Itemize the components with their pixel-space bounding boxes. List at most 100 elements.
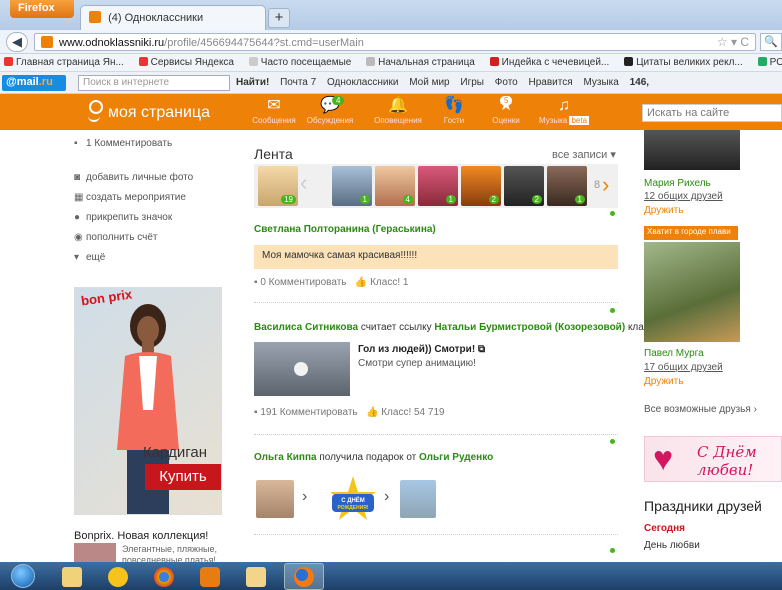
top-up-link[interactable]: ◉ пополнить счёт [74, 232, 157, 243]
ad-title[interactable]: Bonprix. Новая коллекция! [74, 530, 208, 542]
taskbar-explorer[interactable] [54, 565, 90, 589]
post-header: Василиса Ситникова считает ссылку Наталь… [254, 322, 671, 333]
feed-thumb[interactable]: 19 [258, 166, 298, 206]
chrome-icon [154, 567, 174, 587]
post-target[interactable]: Ольги Руденко [419, 452, 493, 463]
taskbar-app[interactable] [100, 565, 136, 589]
add-photos-link[interactable]: ◙ добавить личные фото [74, 172, 193, 183]
browser-search-button[interactable]: 🔍 [760, 33, 782, 51]
strip-prev-arrow[interactable]: ‹ [300, 170, 307, 196]
photo-link[interactable]: Фото [495, 77, 518, 88]
like-button[interactable]: Класс! 54 719 [381, 407, 444, 418]
my-page-link[interactable]: моя страница [88, 100, 210, 122]
folder-icon [62, 567, 82, 587]
odnoklassniki-link[interactable]: Одноклассники [327, 77, 398, 88]
nav-music[interactable]: ♫ Музыка beta [534, 96, 594, 125]
promo-banner[interactable]: Хватит в городе плави [644, 226, 738, 240]
video-thumbnail[interactable] [254, 342, 350, 396]
post-author[interactable]: Ольга Киппа [254, 452, 317, 463]
valentine-banner[interactable]: ♥ С Днём любви! [644, 436, 782, 482]
nav-discussions[interactable]: 💬 4 Обсуждения [300, 96, 360, 125]
find-button[interactable]: Найти! [236, 77, 269, 88]
comment-link[interactable]: ▪ 1 Комментировать [74, 138, 172, 149]
url-bar[interactable]: www.odnoklassniki.ru/profile/45669447564… [34, 33, 756, 51]
mutual-friends-link[interactable]: 17 общих друзей [644, 362, 723, 373]
post-target[interactable]: Натальи Бурмистровой (Козорезовой) [434, 322, 625, 333]
firefox-menu-button[interactable]: Firefox [10, 0, 74, 18]
all-entries-dropdown[interactable]: все записи ▾ [552, 148, 616, 161]
taskbar-media[interactable] [192, 565, 228, 589]
browser-tab-bar: Firefox (4) Одноклассники + [0, 0, 782, 30]
arrow-right-icon: › [302, 488, 308, 505]
holidays-title: Праздники друзей [644, 498, 762, 514]
add-friend-link[interactable]: Дружить [644, 205, 683, 216]
bookmark-item[interactable]: PONY EXPRESS Росси... [757, 57, 782, 68]
add-friend-link[interactable]: Дружить [644, 376, 683, 387]
feed-thumb[interactable]: 4 [375, 166, 415, 206]
strip-more-count[interactable]: 8 [594, 179, 600, 191]
taskbar-mail[interactable] [238, 565, 274, 589]
back-button[interactable]: ◀ [6, 32, 28, 52]
bookmark-item[interactable]: Начальная страница [366, 57, 481, 68]
feed-thumb[interactable]: 1 [418, 166, 458, 206]
mailru-logo[interactable]: @mail.ru [2, 75, 66, 91]
friend-name[interactable]: Павел Мурга [644, 348, 704, 359]
music-link[interactable]: Музыка [583, 77, 618, 88]
nav-ratings[interactable]: ★ 5 Оценки [476, 96, 536, 125]
new-tab-button[interactable]: + [268, 8, 290, 28]
url-domain: www.odnoklassniki.ru [59, 37, 165, 49]
my-world-link[interactable]: Мой мир [409, 77, 449, 88]
bookmark-item[interactable]: Часто посещаемые [248, 57, 358, 68]
nav-guests[interactable]: 👣 Гости [424, 96, 484, 125]
bookmark-star-icon[interactable]: ☆ ▾ C [717, 35, 749, 49]
feed-thumb[interactable]: 1 [547, 166, 587, 206]
attach-badge-link[interactable]: ● прикрепить значок [74, 212, 172, 223]
all-friends-link[interactable]: Все возможные друзья › [644, 404, 757, 415]
taskbar-firefox[interactable] [284, 563, 324, 590]
friend-photo[interactable] [644, 130, 740, 170]
bonprix-ad[interactable]: bon prix Кардиган Купить [74, 287, 222, 515]
site-search-input[interactable]: Искать на сайте [642, 104, 782, 122]
status-dot [610, 439, 615, 444]
bookmark-item[interactable]: Главная страница Ян... [4, 57, 130, 68]
mailru-toolbar: @mail.ru Поиск в интернете Найти! Почта … [0, 72, 782, 94]
holiday-name[interactable]: День любви [644, 540, 700, 551]
post-author[interactable]: Светлана Полторанина (Гераськина) [254, 224, 436, 235]
bookmark-item[interactable]: Цитаты великих рекл... [624, 57, 749, 68]
feed-thumb[interactable]: 1 [332, 166, 372, 206]
bookmarks-bar: Главная страница Ян... Сервисы Яндекса Ч… [0, 54, 782, 72]
comment-button[interactable]: 191 Комментировать [260, 407, 357, 418]
valentine-text: С Днём любви! [697, 443, 757, 479]
ad-buy-button[interactable]: Купить [145, 464, 221, 490]
mutual-friends-link[interactable]: 12 общих друзей [644, 191, 723, 202]
post-author[interactable]: Василиса Ситникова [254, 322, 358, 333]
feed-thumb[interactable]: 2 [504, 166, 544, 206]
friend-photo[interactable] [644, 242, 740, 342]
taskbar-chrome[interactable] [146, 565, 182, 589]
browser-tab[interactable]: (4) Одноклассники [80, 5, 266, 30]
more-link[interactable]: ▾ ещё [74, 252, 105, 263]
start-button[interactable] [4, 562, 42, 590]
nav-notifications[interactable]: 🔔 Оповещения [368, 96, 428, 125]
games-link[interactable]: Игры [460, 77, 484, 88]
mail-link[interactable]: Почта 7 [280, 77, 316, 88]
bookmark-item[interactable]: Индейка с чечевицей... [489, 57, 616, 68]
likes-link[interactable]: Нравится [529, 77, 573, 88]
post-divider [254, 534, 618, 535]
feed-thumb[interactable]: 2 [461, 166, 501, 206]
bookmark-item[interactable]: Сервисы Яндекса [138, 57, 240, 68]
strip-next-arrow[interactable]: › [602, 172, 609, 198]
video-title[interactable]: Гол из людей)) Смотри! ⧉ [358, 344, 485, 355]
status-dot [610, 211, 615, 216]
like-button[interactable]: Класс! 1 [370, 277, 408, 288]
comment-button[interactable]: 0 Комментировать [260, 277, 346, 288]
create-event-link[interactable]: ▦ создать мероприятие [74, 192, 186, 203]
friend-name[interactable]: Мария Рихель [644, 178, 711, 189]
mailru-search-input[interactable]: Поиск в интернете [78, 75, 230, 91]
sender-avatar[interactable] [400, 480, 436, 518]
feed-title: Лента [254, 146, 293, 162]
counter-link[interactable]: 146, [630, 77, 649, 88]
birthday-gift-image[interactable]: С ДНЁМ РОЖДЕНИЯ! [326, 474, 380, 528]
nav-messages[interactable]: ✉ Сообщения [244, 96, 304, 125]
recipient-avatar[interactable] [256, 480, 294, 518]
